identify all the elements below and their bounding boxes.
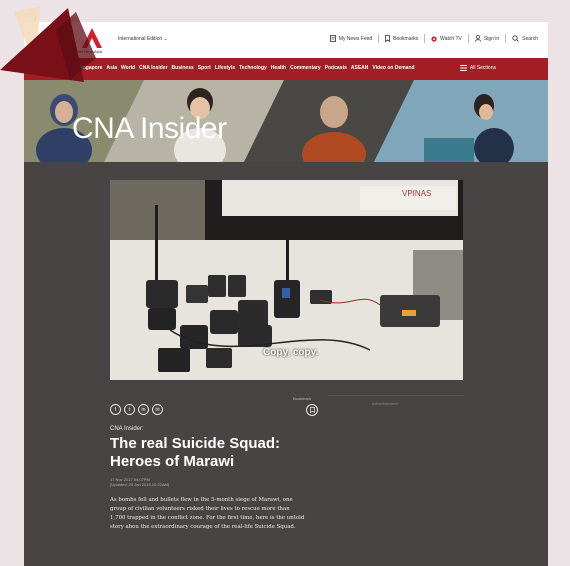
chevron-down-icon: ⌄ xyxy=(163,36,168,42)
updated-date: (Updated: 29 Jan 2018 10:22AM) xyxy=(110,482,170,487)
article-headline: The real Suicide Squad: Heroes of Marawi xyxy=(110,435,281,470)
nav-item-video-on-demand[interactable]: Video on Demand xyxy=(372,65,414,71)
summary-line: 1,700 trapped in the conflict zone. For … xyxy=(110,515,305,521)
nav-item-health[interactable]: Health xyxy=(271,65,286,71)
divider xyxy=(378,34,380,43)
sign-in-label: Sign in xyxy=(483,35,500,42)
top-bar: Channel NewsAsia International Edition ⌄… xyxy=(24,22,548,58)
email-share-button[interactable]: ✉ xyxy=(152,404,163,415)
edition-selector[interactable]: International Edition ⌄ xyxy=(118,36,168,42)
video-player[interactable]: VPINAS Copy, copy. xyxy=(110,180,463,380)
logo-text: Channel NewsAsia xyxy=(68,49,102,54)
article-page: Channel NewsAsia International Edition ⌄… xyxy=(24,22,548,566)
nav-item-asia[interactable]: Asia xyxy=(106,65,117,71)
nav-item-technology[interactable]: Technology xyxy=(239,65,267,71)
sign-in-link[interactable]: Sign in xyxy=(475,35,499,42)
watch-tv-icon xyxy=(431,35,437,42)
watch-tv-link[interactable]: Watch TV xyxy=(431,36,462,42)
nav-items: Singapore Asia World CNA Insider Busines… xyxy=(78,65,415,71)
nav-item-world[interactable]: World xyxy=(121,65,135,71)
nav-item-lifestyle[interactable]: Lifestyle xyxy=(215,65,235,71)
summary-line: group of civilian volunteers risked thei… xyxy=(110,506,290,512)
bookmark-icon xyxy=(385,35,391,42)
article-summary: As bombs fell and bullets flew in the 5-… xyxy=(110,496,322,532)
all-sections-label: All Sections xyxy=(469,65,496,71)
search-label: Search xyxy=(522,35,538,42)
cna-insider-banner: CNA Insider xyxy=(24,80,548,162)
edition-label: International Edition xyxy=(118,36,163,42)
bookmarks-link[interactable]: Bookmarks xyxy=(385,35,418,42)
newsfeed-label: My News Feed xyxy=(338,35,373,42)
nav-item-cna-insider[interactable]: CNA Insider xyxy=(139,65,167,71)
nav-item-business[interactable]: Business xyxy=(172,65,194,71)
bookmarks-label: Bookmarks xyxy=(393,35,419,42)
newsfeed-link[interactable]: My News Feed xyxy=(329,35,373,42)
search-link[interactable]: Search xyxy=(512,35,538,42)
divider xyxy=(505,34,507,43)
nav-item-asean[interactable]: ASEAN xyxy=(351,65,369,71)
nav-item-sport[interactable]: Sport xyxy=(198,65,211,71)
search-icon xyxy=(512,35,519,42)
summary-line: story abou the extraordinary courage of … xyxy=(110,524,296,530)
sidebar-divider xyxy=(328,395,464,396)
newsfeed-icon xyxy=(329,35,336,42)
banner-title: CNA Insider xyxy=(72,112,227,145)
nav-item-singapore[interactable]: Singapore xyxy=(78,65,102,71)
twitter-icon: t xyxy=(128,406,131,413)
divider xyxy=(467,34,469,43)
bookmark-icon xyxy=(309,407,315,413)
summary-line: As bombs fell and bullets flew in the 5-… xyxy=(110,497,293,503)
svg-text:VPINAS: VPINAS xyxy=(402,189,431,198)
email-icon: ✉ xyxy=(155,406,160,413)
watch-tv-label: Watch TV xyxy=(440,35,462,42)
bookmark-button[interactable] xyxy=(306,404,318,416)
video-caption: Copy, copy. xyxy=(263,347,319,358)
share-buttons: f t in ✉ xyxy=(110,404,163,415)
facebook-share-button[interactable]: f xyxy=(110,404,121,415)
linkedin-share-button[interactable]: in xyxy=(138,404,149,415)
header-links: My News Feed Bookmarks Watch TV Sign in … xyxy=(329,34,538,43)
twitter-share-button[interactable]: t xyxy=(124,404,135,415)
bookmark-label: Bookmark xyxy=(293,396,312,401)
linkedin-icon: in xyxy=(141,406,146,413)
all-sections-button[interactable]: All Sections xyxy=(459,65,496,71)
hamburger-icon xyxy=(459,65,467,71)
advertisement-label: Advertisement xyxy=(372,401,398,406)
divider xyxy=(424,34,426,43)
main-nav: Singapore Asia World CNA Insider Busines… xyxy=(24,58,548,80)
nav-item-commentary[interactable]: Commentary xyxy=(290,65,321,71)
article-dates: 17 Nov 2017 04:07PM (Updated: 29 Jan 201… xyxy=(110,477,169,487)
facebook-icon: f xyxy=(114,406,117,413)
user-icon xyxy=(475,35,481,42)
article-category[interactable]: CNA Insider: xyxy=(110,426,144,432)
nav-item-podcasts[interactable]: Podcasts xyxy=(325,65,347,71)
